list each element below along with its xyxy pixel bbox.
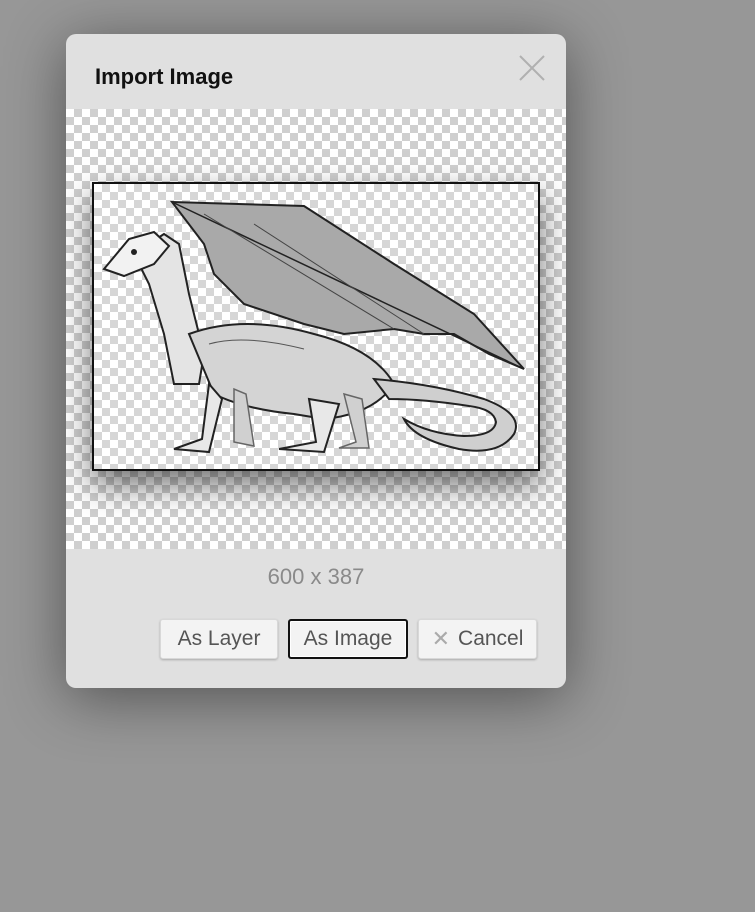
cancel-button[interactable]: ✕ Cancel: [418, 619, 537, 659]
close-button[interactable]: [516, 52, 548, 84]
transparency-preview-area: [66, 109, 566, 549]
as-image-button[interactable]: As Image: [288, 619, 408, 659]
dialog-title: Import Image: [95, 64, 234, 89]
cancel-label: Cancel: [458, 627, 524, 650]
image-dimensions: 600 x 387: [267, 564, 365, 589]
dragon-line-art-image: [102, 200, 525, 454]
close-icon: [519, 55, 545, 81]
x-icon: ✕: [431, 626, 451, 651]
as-layer-label: As Layer: [177, 627, 261, 650]
as-image-label: As Image: [303, 627, 393, 650]
import-image-dialog: Import Image 600 x 387 As Layer As Image…: [66, 34, 566, 688]
as-layer-button[interactable]: As Layer: [160, 619, 278, 659]
image-preview: [92, 182, 540, 471]
